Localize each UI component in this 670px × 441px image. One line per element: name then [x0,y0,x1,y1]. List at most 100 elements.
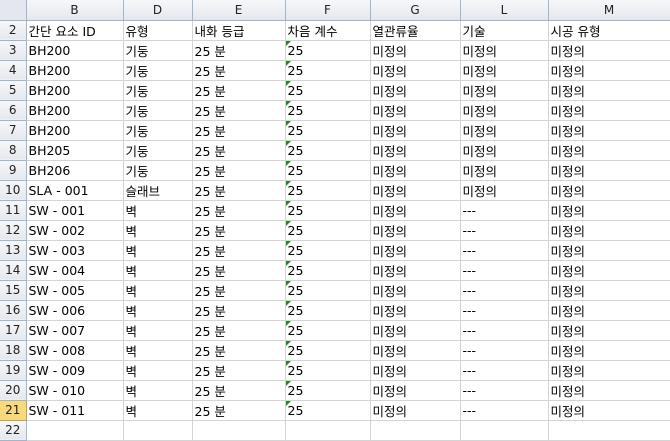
cell-E2[interactable]: 내화 등급 [192,20,286,41]
cell-M4[interactable]: 미정의 [548,60,670,81]
row-header[interactable]: 10 [0,180,27,201]
cell-F6[interactable]: 25 [285,100,371,121]
cell-B11[interactable]: SW - 001 [26,200,124,221]
cell-B6[interactable]: BH200 [26,100,124,121]
column-header-M[interactable]: M [548,0,670,21]
row-header[interactable]: 8 [0,140,27,161]
cell-G12[interactable]: 미정의 [370,220,461,241]
row-header[interactable]: 19 [0,360,27,381]
cell-E11[interactable]: 25 분 [192,200,286,221]
cell-D8[interactable]: 기둥 [123,140,193,161]
cell-M22[interactable] [548,420,670,441]
cell-E14[interactable]: 25 분 [192,260,286,281]
spreadsheet-grid[interactable]: BDEFGLM 2 간단 요소 ID 유형 내화 등급 차음 계수 열관류율 기술 시공 유형… [0,0,670,441]
cell-D20[interactable]: 벽 [123,380,193,401]
cell-B19[interactable]: SW - 009 [26,360,124,381]
row-header[interactable]: 13 [0,240,27,261]
row-header[interactable]: 3 [0,40,27,61]
cell-G21[interactable]: 미정의 [370,400,461,421]
cell-F8[interactable]: 25 [285,140,371,161]
cell-L13[interactable]: --- [460,240,549,261]
cell-B20[interactable]: SW - 010 [26,380,124,401]
cell-E4[interactable]: 25 분 [192,60,286,81]
cell-M2[interactable]: 시공 유형 [548,20,670,41]
cell-G15[interactable]: 미정의 [370,280,461,301]
cell-M6[interactable]: 미정의 [548,100,670,121]
column-header-G[interactable]: G [370,0,461,21]
row-header[interactable]: 6 [0,100,27,121]
cell-F14[interactable]: 25 [285,260,371,281]
cell-D2[interactable]: 유형 [123,20,193,41]
cell-B14[interactable]: SW - 004 [26,260,124,281]
cell-B7[interactable]: BH200 [26,120,124,141]
cell-G14[interactable]: 미정의 [370,260,461,281]
cell-E5[interactable]: 25 분 [192,80,286,101]
cell-B5[interactable]: BH200 [26,80,124,101]
cell-M11[interactable]: 미정의 [548,200,670,221]
cell-D19[interactable]: 벽 [123,360,193,381]
cell-D18[interactable]: 벽 [123,340,193,361]
cell-E12[interactable]: 25 분 [192,220,286,241]
cell-G20[interactable]: 미정의 [370,380,461,401]
cell-M8[interactable]: 미정의 [548,140,670,161]
cell-L8[interactable]: 미정의 [460,140,549,161]
cell-G2[interactable]: 열관류율 [370,20,461,41]
cell-L6[interactable]: 미정의 [460,100,549,121]
cell-M21[interactable]: 미정의 [548,400,670,421]
row-header[interactable]: 12 [0,220,27,241]
cell-E8[interactable]: 25 분 [192,140,286,161]
cell-F11[interactable]: 25 [285,200,371,221]
cell-G16[interactable]: 미정의 [370,300,461,321]
cell-E9[interactable]: 25 분 [192,160,286,181]
column-header-L[interactable]: L [460,0,549,21]
cell-G6[interactable]: 미정의 [370,100,461,121]
cell-F19[interactable]: 25 [285,360,371,381]
cell-D10[interactable]: 슬래브 [123,180,193,201]
cell-D11[interactable]: 벽 [123,200,193,221]
cell-E17[interactable]: 25 분 [192,320,286,341]
row-header[interactable]: 4 [0,60,27,81]
cell-D5[interactable]: 기둥 [123,80,193,101]
cell-B8[interactable]: BH205 [26,140,124,161]
cell-F9[interactable]: 25 [285,160,371,181]
cell-E15[interactable]: 25 분 [192,280,286,301]
cell-B3[interactable]: BH200 [26,40,124,61]
row-header[interactable]: 14 [0,260,27,281]
cell-D15[interactable]: 벽 [123,280,193,301]
cell-B2[interactable]: 간단 요소 ID [26,20,124,41]
cell-D4[interactable]: 기둥 [123,60,193,81]
cell-M10[interactable]: 미정의 [548,180,670,201]
cell-M19[interactable]: 미정의 [548,360,670,381]
cell-L14[interactable]: --- [460,260,549,281]
row-header[interactable]: 7 [0,120,27,141]
row-header[interactable]: 2 [0,20,27,41]
cell-F4[interactable]: 25 [285,60,371,81]
cell-D6[interactable]: 기둥 [123,100,193,121]
cell-G10[interactable]: 미정의 [370,180,461,201]
row-header[interactable]: 18 [0,340,27,361]
cell-G11[interactable]: 미정의 [370,200,461,221]
row-header[interactable]: 11 [0,200,27,221]
cell-B15[interactable]: SW - 005 [26,280,124,301]
cell-F3[interactable]: 25 [285,40,371,61]
cell-D16[interactable]: 벽 [123,300,193,321]
cell-G4[interactable]: 미정의 [370,60,461,81]
cell-F5[interactable]: 25 [285,80,371,101]
cell-M18[interactable]: 미정의 [548,340,670,361]
row-header[interactable]: 20 [0,380,27,401]
cell-D22[interactable] [123,420,193,441]
row-header[interactable]: 16 [0,300,27,321]
row-header[interactable]: 15 [0,280,27,301]
cell-F16[interactable]: 25 [285,300,371,321]
row-header[interactable]: 21 [0,400,27,421]
cell-M15[interactable]: 미정의 [548,280,670,301]
cell-E21[interactable]: 25 분 [192,400,286,421]
cell-F20[interactable]: 25 [285,380,371,401]
cell-L9[interactable]: 미정의 [460,160,549,181]
cell-B13[interactable]: SW - 003 [26,240,124,261]
cell-E7[interactable]: 25 분 [192,120,286,141]
cell-G5[interactable]: 미정의 [370,80,461,101]
cell-B4[interactable]: BH200 [26,60,124,81]
cell-L20[interactable]: --- [460,380,549,401]
cell-F12[interactable]: 25 [285,220,371,241]
